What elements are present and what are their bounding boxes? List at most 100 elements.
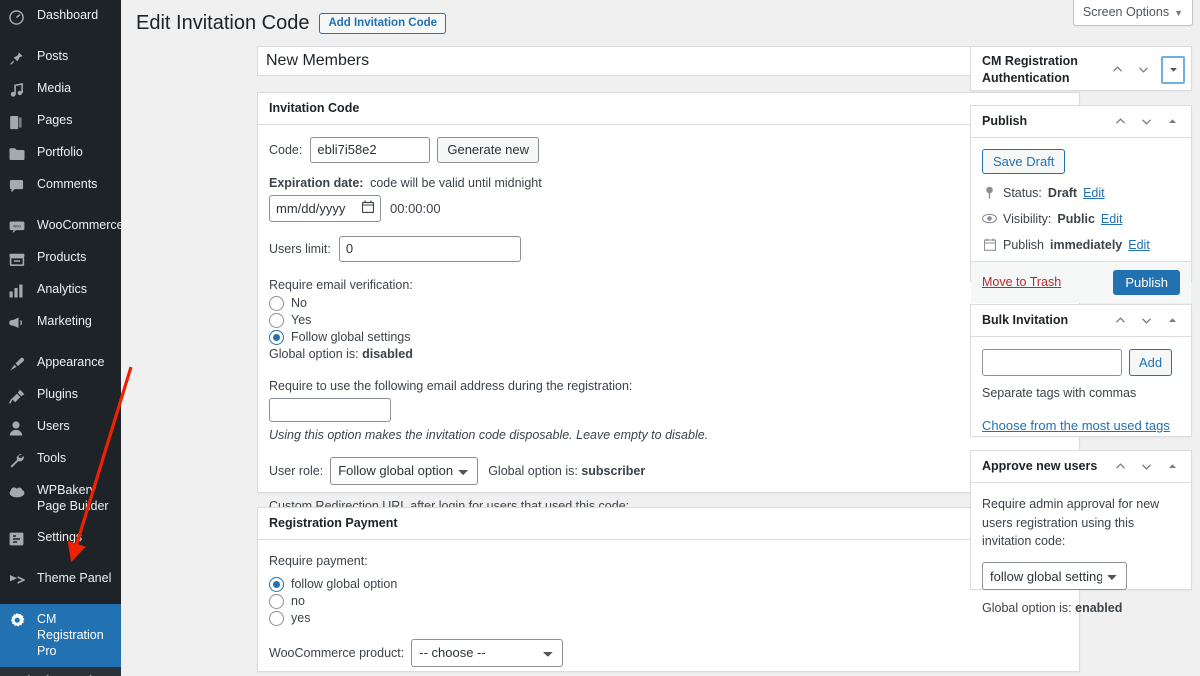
most-used-tags-link[interactable]: Choose from the most used tags	[982, 418, 1180, 433]
require-payment-radio-1[interactable]	[269, 593, 284, 609]
sidebar-item-marketing[interactable]: Marketing	[0, 306, 121, 338]
wpbakery-icon	[9, 484, 29, 500]
theme-panel-icon	[9, 572, 29, 588]
submenu-item-invitation-codes[interactable]: Invitation Codes	[0, 667, 121, 676]
email-global-option-prefix: Global option is:	[269, 346, 359, 361]
require-payment-radio-0[interactable]	[269, 576, 284, 592]
tools-icon	[9, 452, 29, 468]
sidebar-item-appearance[interactable]: Appearance	[0, 347, 121, 379]
toggle-panel-icon[interactable]	[1161, 55, 1185, 84]
panel-header: Approve new users	[971, 451, 1191, 483]
generate-new-button[interactable]: Generate new	[437, 136, 540, 163]
sidebar-item-comments[interactable]: Comments	[0, 169, 121, 201]
sidebar-item-media[interactable]: Media	[0, 73, 121, 105]
edit-publish-time-link[interactable]: Edit	[1128, 238, 1150, 252]
screen-options-label: Screen Options	[1082, 5, 1170, 19]
calendar-icon	[982, 238, 997, 252]
sidebar-item-wpbakery-page-builder[interactable]: WPBakery Page Builder	[0, 475, 121, 522]
sidebar-item-label: WooCommerce	[37, 218, 121, 232]
approve-description: Require admin approval for new users reg…	[982, 496, 1160, 549]
move-up-icon[interactable]	[1112, 458, 1129, 475]
move-down-icon[interactable]	[1138, 312, 1155, 329]
radio-option[interactable]: yes	[269, 610, 1068, 626]
edit-visibility-link[interactable]: Edit	[1101, 212, 1123, 226]
sidebar-item-label: Appearance	[37, 355, 105, 369]
radio-option[interactable]: no	[269, 593, 1068, 609]
radio-label: follow global option	[291, 577, 398, 592]
require-payment-radio-2[interactable]	[269, 610, 284, 626]
portfolio-icon	[9, 146, 29, 162]
expiration-time-value: 00:00:00	[390, 200, 441, 216]
sidebar-item-label: Media	[37, 81, 72, 95]
expiration-date-input[interactable]: mm/dd/yyyy	[269, 194, 381, 222]
add-tag-button[interactable]: Add	[1129, 348, 1173, 376]
users-limit-input[interactable]	[338, 235, 521, 262]
email-global-option-value: disabled	[362, 346, 413, 361]
products-icon	[9, 251, 29, 267]
email-verification-radio-0[interactable]	[269, 295, 284, 311]
panel-header: CM Registration Authentication	[971, 47, 1191, 93]
date-placeholder-text: mm/dd/yyyy	[276, 200, 346, 216]
eye-icon	[982, 213, 997, 224]
publish-button[interactable]: Publish	[1113, 269, 1180, 295]
sidebar-separator	[0, 201, 121, 210]
save-draft-button[interactable]: Save Draft	[982, 148, 1066, 174]
screen-options-button[interactable]: Screen Options ▼	[1072, 0, 1193, 26]
move-down-icon[interactable]	[1135, 61, 1152, 78]
user-role-select[interactable]: Follow global option	[330, 456, 479, 485]
code-input[interactable]	[310, 136, 431, 163]
sidebar-item-label: Posts	[37, 49, 69, 63]
email-verification-radio-group: No Yes Follow global settings	[269, 295, 1068, 345]
bulk-tag-input[interactable]	[982, 348, 1122, 376]
expiration-date-note: code will be valid until midnight	[370, 175, 542, 190]
radio-option[interactable]: follow global option	[269, 576, 1068, 592]
users-limit-label: Users limit:	[269, 241, 331, 256]
radio-option[interactable]: No	[269, 295, 1068, 311]
page-title: Edit Invitation Code	[136, 12, 310, 34]
move-up-icon[interactable]	[1112, 312, 1129, 329]
approve-select[interactable]: follow global settings	[982, 562, 1127, 591]
move-up-icon[interactable]	[1112, 113, 1129, 130]
pages-icon	[9, 114, 29, 130]
move-to-trash-link[interactable]: Move to Trash	[982, 275, 1061, 289]
move-down-icon[interactable]	[1138, 113, 1155, 130]
email-verification-radio-2[interactable]	[269, 329, 284, 345]
sidebar-item-analytics[interactable]: Analytics	[0, 274, 121, 306]
sidebar-item-settings[interactable]: Settings	[0, 522, 121, 554]
settings-icon	[9, 531, 29, 547]
sidebar-item-cm-registration-pro[interactable]: CM Registration Pro	[0, 604, 121, 668]
required-email-input[interactable]	[269, 397, 391, 422]
toggle-panel-icon[interactable]	[1164, 312, 1181, 329]
wp-admin-screen: Dashboard Posts Media Pages Portfolio Comment…	[0, 0, 1200, 676]
woocommerce-product-select[interactable]: -- choose --	[411, 638, 564, 667]
sidebar-item-theme-panel[interactable]: Theme Panel	[0, 563, 121, 595]
edit-status-link[interactable]: Edit	[1083, 186, 1105, 200]
panel-title: Invitation Code	[269, 101, 360, 115]
add-invitation-code-button[interactable]: Add Invitation Code	[319, 12, 447, 34]
toggle-panel-icon[interactable]	[1164, 113, 1181, 130]
calendar-icon[interactable]	[361, 200, 375, 216]
toggle-panel-icon[interactable]	[1164, 458, 1181, 475]
sidebar-item-dashboard[interactable]: Dashboard	[0, 0, 121, 32]
panel-title: Approve new users	[982, 459, 1098, 473]
radio-option[interactable]: Yes	[269, 312, 1068, 328]
sidebar-item-plugins[interactable]: Plugins	[0, 379, 121, 411]
post-title-input[interactable]	[257, 46, 1080, 76]
radio-option[interactable]: Follow global settings	[269, 329, 1068, 345]
sidebar-item-tools[interactable]: Tools	[0, 443, 121, 475]
email-verification-radio-1[interactable]	[269, 312, 284, 328]
sidebar-item-woocommerce[interactable]: woo WooCommerce	[0, 210, 121, 242]
sidebar-item-posts[interactable]: Posts	[0, 41, 121, 73]
sidebar-item-label: Products	[37, 250, 87, 264]
sidebar-item-pages[interactable]: Pages	[0, 105, 121, 137]
sidebar-item-users[interactable]: Users	[0, 411, 121, 443]
radio-label: No	[291, 296, 307, 311]
status-label: Status:	[1003, 185, 1042, 200]
cm-registration-auth-panel: CM Registration Authentication	[970, 46, 1192, 91]
sidebar-item-products[interactable]: Products	[0, 242, 121, 274]
move-down-icon[interactable]	[1138, 458, 1155, 475]
move-up-icon[interactable]	[1109, 61, 1126, 78]
sidebar-item-portfolio[interactable]: Portfolio	[0, 137, 121, 169]
publish-panel: Publish Save Draft Status: Draft Edit Vi…	[970, 105, 1192, 303]
code-label: Code:	[269, 142, 303, 157]
